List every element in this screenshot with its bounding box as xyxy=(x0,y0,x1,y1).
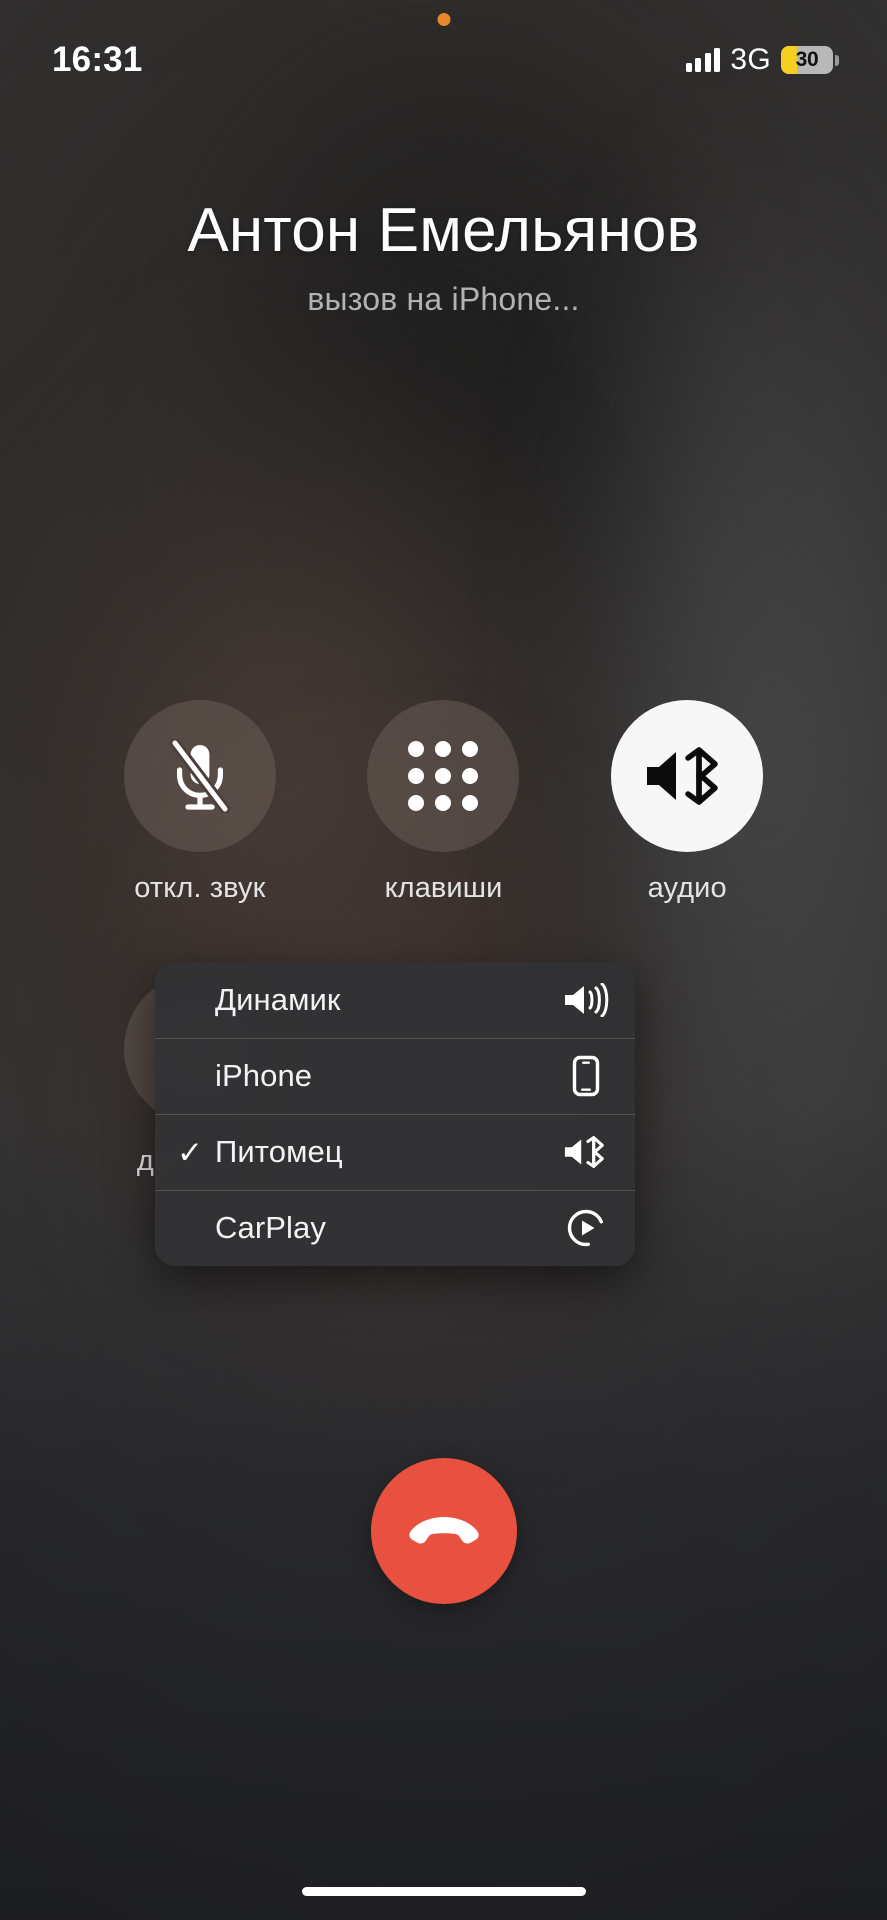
end-call-button[interactable] xyxy=(370,1458,517,1604)
speaker-bluetooth-icon xyxy=(643,745,731,807)
call-screen: 16:31 3G 30 Антон Емельянов вызов на iPh… xyxy=(0,0,887,1920)
battery-icon: 30 xyxy=(781,46,833,74)
call-status-text: вызов на iPhone... xyxy=(307,281,580,318)
menu-item-pet-bluetooth[interactable]: ✓ Питомец xyxy=(155,1114,635,1190)
status-time: 16:31 xyxy=(52,40,143,79)
battery-fill xyxy=(781,46,797,74)
speaker-bluetooth-icon xyxy=(563,1134,609,1170)
menu-item-iphone[interactable]: iPhone xyxy=(155,1038,635,1114)
keypad-dots-icon xyxy=(408,741,479,811)
keypad-button[interactable] xyxy=(367,700,520,852)
audio-button-label: аудио xyxy=(647,872,727,904)
battery-percent-label: 30 xyxy=(795,48,819,71)
speaker-waves-icon xyxy=(563,983,609,1017)
audio-route-menu[interactable]: Динамик iPhone ✓ Питомец CarPlay xyxy=(155,962,635,1266)
mute-button[interactable] xyxy=(123,700,276,852)
audio-route-button[interactable] xyxy=(611,700,764,852)
menu-item-carplay[interactable]: CarPlay xyxy=(155,1190,635,1266)
iphone-icon xyxy=(563,1055,609,1097)
battery-indicator: 30 xyxy=(781,46,839,74)
control-mute[interactable]: откл. звук xyxy=(123,700,276,905)
menu-item-label: CarPlay xyxy=(215,1210,326,1245)
control-audio[interactable]: аудио xyxy=(611,700,764,905)
caller-info: Антон Емельянов вызов на iPhone... xyxy=(0,196,887,318)
hangup-handset-icon xyxy=(405,1509,483,1553)
microphone-slash-icon xyxy=(167,739,233,813)
battery-cap-icon xyxy=(835,54,839,66)
status-indicators: 3G 30 xyxy=(685,43,839,77)
mute-button-label: откл. звук xyxy=(134,872,266,904)
menu-item-label: iPhone xyxy=(215,1058,313,1093)
menu-item-speaker[interactable]: Динамик xyxy=(155,962,635,1038)
keypad-button-label: клавиши xyxy=(384,872,503,904)
menu-item-checkmark: ✓ xyxy=(177,1134,203,1170)
caller-name: Антон Емельянов xyxy=(187,196,700,265)
carplay-icon xyxy=(563,1208,609,1248)
home-indicator[interactable] xyxy=(301,1887,586,1896)
status-bar: 16:31 3G 30 xyxy=(0,0,887,110)
menu-item-label: Питомец xyxy=(215,1134,343,1169)
network-type-label: 3G xyxy=(730,43,771,76)
menu-item-label: Динамик xyxy=(215,982,341,1017)
control-keypad[interactable]: клавиши xyxy=(367,700,520,905)
cellular-signal-icon xyxy=(685,48,721,72)
